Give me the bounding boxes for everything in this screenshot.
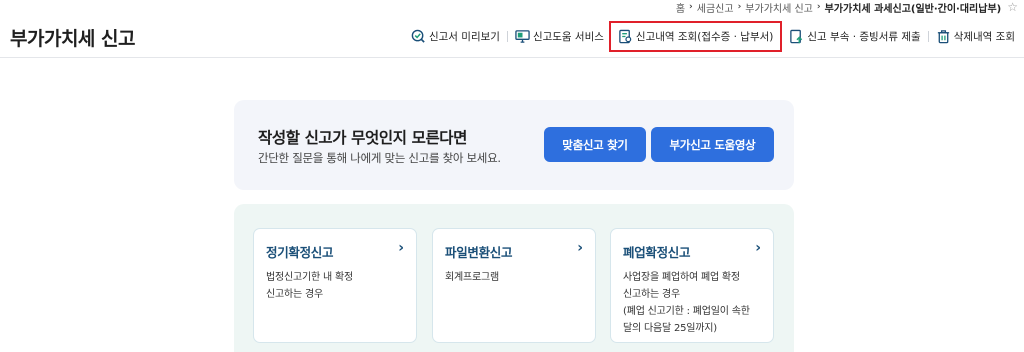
card-description: 법정신고기한 내 확정 신고하는 경우 bbox=[266, 269, 406, 303]
menu-item-preview[interactable]: 신고서 미리보기 bbox=[408, 27, 503, 46]
card-title: 정기확정신고 bbox=[266, 245, 334, 260]
card-desc-line: 회계프로그램 bbox=[445, 272, 499, 283]
chevron-right-icon: › bbox=[755, 240, 761, 256]
find-custom-filing-button[interactable]: 맞춤신고 찾기 bbox=[544, 127, 646, 162]
page-header: 부가가치세 신고 신고서 미리보기 신고도움 서비스 신고내역 조회(접수증 ·… bbox=[0, 16, 1024, 58]
chevron-right-icon: › bbox=[398, 240, 404, 256]
menu-divider bbox=[506, 31, 508, 42]
menu-item-label: 신고 부속 · 증빙서류 제출 bbox=[807, 31, 921, 43]
upload-document-icon bbox=[789, 29, 804, 44]
monitor-help-icon bbox=[515, 29, 530, 44]
breadcrumb-home[interactable]: 홈 bbox=[676, 0, 685, 15]
card-desc-line: (폐업 신고기한 : 폐업일이 속한 bbox=[623, 306, 750, 317]
document-search-icon bbox=[618, 29, 633, 44]
card-description: 사업장을 폐업하여 폐업 확정 신고하는 경우 (폐업 신고기한 : 폐업일이 … bbox=[623, 269, 763, 337]
card-desc-line: 신고하는 경우 bbox=[623, 289, 680, 300]
breadcrumb-separator-icon: › bbox=[689, 2, 693, 12]
breadcrumb: 홈 › 세금신고 › 부가가치세 신고 › 부가가치세 과세신고(일반·간이·대… bbox=[676, 0, 1018, 15]
menu-item-filing-history[interactable]: 신고내역 조회(접수증 · 납부서) bbox=[608, 21, 783, 52]
breadcrumb-current: 부가가치세 과세신고(일반·간이·대리납부) bbox=[824, 3, 1002, 15]
breadcrumb-separator-icon: › bbox=[816, 2, 821, 12]
card-desc-line: 달의 다음달 25일까지) bbox=[623, 323, 717, 334]
breadcrumb-tax-filing[interactable]: 세금신고 bbox=[697, 0, 734, 15]
menu-item-label: 신고서 미리보기 bbox=[428, 31, 500, 43]
card-desc-line: 신고하는 경우 bbox=[266, 289, 323, 300]
card-closure-final-filing[interactable]: 폐업확정신고 › 사업장을 폐업하여 폐업 확정 신고하는 경우 (폐업 신고기… bbox=[610, 228, 774, 343]
card-title: 폐업확정신고 bbox=[623, 245, 691, 260]
menu-divider bbox=[927, 31, 929, 42]
card-file-conversion-filing[interactable]: 파일변환신고 › 회계프로그램 bbox=[432, 228, 596, 343]
star-icon[interactable]: ☆ bbox=[1007, 0, 1018, 14]
banner-description: 간단한 질문을 통해 나에게 맞는 신고를 찾아 보세요. bbox=[258, 151, 501, 165]
header-menu: 신고서 미리보기 신고도움 서비스 신고내역 조회(접수증 · 납부서) 신고 … bbox=[408, 21, 1018, 52]
help-video-button[interactable]: 부가신고 도움영상 bbox=[651, 127, 774, 162]
trash-icon bbox=[936, 29, 951, 44]
filing-type-cards: 정기확정신고 › 법정신고기한 내 확정 신고하는 경우 파일변환신고 › 회계… bbox=[234, 204, 794, 352]
card-regular-final-filing[interactable]: 정기확정신고 › 법정신고기한 내 확정 신고하는 경우 bbox=[253, 228, 417, 343]
page-title: 부가가치세 신고 bbox=[10, 28, 135, 50]
breadcrumb-vat-filing[interactable]: 부가가치세 신고 bbox=[745, 0, 813, 15]
card-title: 파일변환신고 bbox=[445, 245, 513, 260]
card-desc-line: 법정신고기한 내 확정 bbox=[266, 272, 353, 283]
custom-filing-banner: 작성할 신고가 무엇인지 모른다면 간단한 질문을 통해 나에게 맞는 신고를 … bbox=[234, 100, 794, 190]
banner-title: 작성할 신고가 무엇인지 모른다면 bbox=[258, 129, 468, 147]
menu-item-label: 신고내역 조회(접수증 · 납부서) bbox=[635, 31, 774, 43]
preview-check-icon bbox=[411, 29, 426, 44]
breadcrumb-separator-icon: › bbox=[737, 2, 742, 12]
menu-item-label: 신고도움 서비스 bbox=[532, 31, 604, 43]
menu-item-deleted-history[interactable]: 삭제내역 조회 bbox=[933, 27, 1018, 46]
menu-item-help-service[interactable]: 신고도움 서비스 bbox=[512, 27, 607, 46]
menu-item-attachment-submit[interactable]: 신고 부속 · 증빙서류 제출 bbox=[786, 27, 923, 46]
chevron-right-icon: › bbox=[577, 240, 583, 256]
card-description: 회계프로그램 bbox=[445, 269, 585, 286]
card-desc-line: 사업장을 폐업하여 폐업 확정 bbox=[623, 272, 740, 283]
menu-item-label: 삭제내역 조회 bbox=[953, 31, 1015, 43]
